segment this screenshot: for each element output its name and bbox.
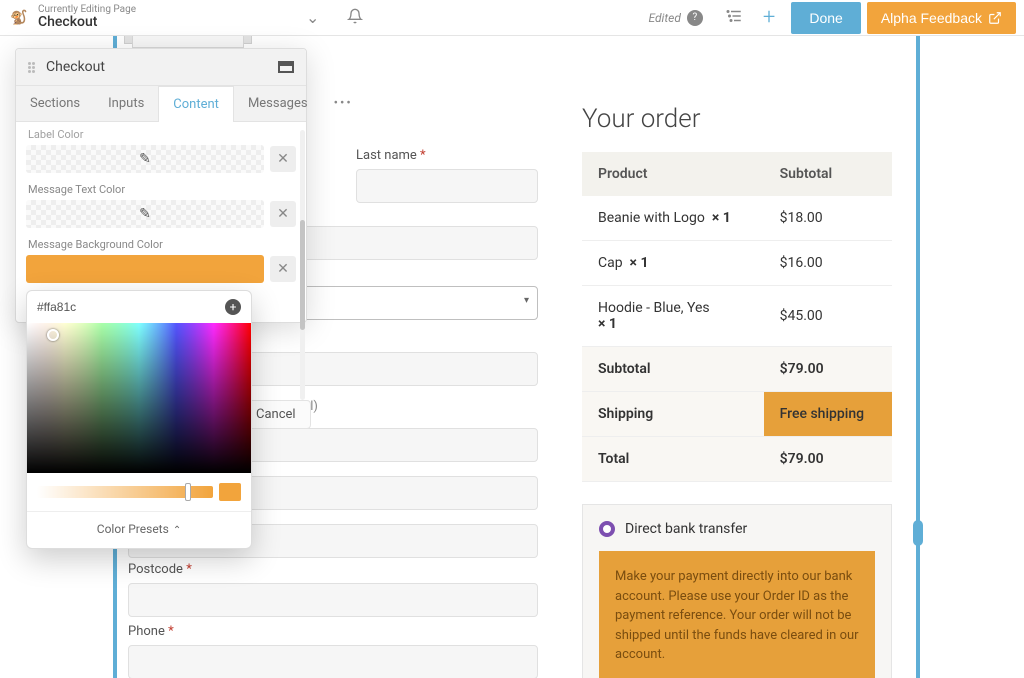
payment-message: Make your payment directly into our bank… bbox=[599, 551, 875, 678]
panel-title: Checkout bbox=[46, 59, 278, 75]
color-presets-toggle[interactable]: Color Presets⌃ bbox=[27, 511, 251, 548]
eyedropper-icon[interactable]: ✎ bbox=[139, 206, 151, 222]
order-summary: Your order Product Subtotal Beanie with … bbox=[582, 104, 892, 678]
drag-handle-icon[interactable] bbox=[28, 62, 38, 73]
last-name-input[interactable] bbox=[356, 169, 538, 203]
page-title: Checkout bbox=[38, 15, 136, 30]
table-row: Beanie with Logo × 1 $18.00 bbox=[582, 196, 892, 241]
postcode-label: Postcode * bbox=[128, 562, 538, 577]
table-row: Cap × 1 $16.00 bbox=[582, 241, 892, 286]
outline-list-icon[interactable] bbox=[725, 7, 743, 29]
order-header-subtotal: Subtotal bbox=[764, 152, 892, 196]
chevron-up-icon: ⌃ bbox=[173, 525, 181, 536]
dock-icon[interactable] bbox=[278, 61, 294, 73]
section-boundary-right bbox=[916, 36, 920, 678]
radio-selected-icon bbox=[599, 521, 615, 537]
alpha-slider[interactable] bbox=[37, 486, 213, 498]
color-field[interactable] bbox=[27, 323, 251, 473]
tab-sections[interactable]: Sections bbox=[16, 86, 94, 121]
chevron-down-icon: ▾ bbox=[524, 295, 529, 306]
message-text-color-heading: Message Text Color bbox=[28, 183, 296, 196]
table-row: Hoodie - Blue, Yes× 1 $45.00 bbox=[582, 286, 892, 347]
payment-method-bank[interactable]: Direct bank transfer bbox=[599, 521, 875, 537]
color-picker: + Color Presets⌃ bbox=[26, 290, 252, 549]
app-logo-icon: 🐒 bbox=[8, 7, 30, 29]
alpha-feedback-button[interactable]: Alpha Feedback bbox=[867, 2, 1016, 34]
resize-handle-right[interactable] bbox=[913, 520, 923, 546]
settings-panel: Checkout Sections Inputs Content Message… bbox=[15, 48, 307, 323]
tab-content[interactable]: Content bbox=[158, 86, 234, 122]
label-color-heading: Label Color bbox=[28, 128, 296, 141]
phone-input[interactable] bbox=[128, 645, 538, 678]
postcode-input[interactable] bbox=[128, 583, 538, 617]
tab-messages[interactable]: Messages bbox=[234, 86, 322, 121]
subtotal-row: Subtotal$79.00 bbox=[582, 347, 892, 392]
tab-more-icon[interactable]: ••• bbox=[322, 86, 365, 121]
order-title: Your order bbox=[582, 104, 892, 134]
message-bg-color-heading: Message Background Color bbox=[28, 238, 296, 251]
edited-indicator: Edited bbox=[648, 11, 680, 25]
label-color-swatch[interactable]: ✎ bbox=[26, 145, 264, 173]
payment-method-label: Direct bank transfer bbox=[625, 521, 747, 537]
current-color-swatch bbox=[219, 483, 241, 501]
clear-message-text-color[interactable]: ✕ bbox=[270, 201, 296, 227]
shipping-row: ShippingFree shipping bbox=[582, 392, 892, 437]
hex-input[interactable] bbox=[37, 300, 225, 314]
panel-tabs: Sections Inputs Content Messages ••• bbox=[16, 86, 306, 122]
add-preset-icon[interactable]: + bbox=[225, 299, 241, 315]
done-button[interactable]: Done bbox=[791, 2, 860, 34]
panel-scrollbar[interactable] bbox=[300, 130, 305, 400]
page-switcher[interactable]: Currently Editing Page Checkout bbox=[38, 4, 136, 30]
total-row: Total$79.00 bbox=[582, 437, 892, 482]
phone-label: Phone * bbox=[128, 624, 538, 639]
last-name-label: Last name * bbox=[356, 148, 538, 163]
notifications-icon[interactable] bbox=[347, 8, 363, 28]
panel-header[interactable]: Checkout bbox=[16, 49, 306, 86]
order-table: Product Subtotal Beanie with Logo × 1 $1… bbox=[582, 152, 892, 482]
message-bg-color-swatch[interactable] bbox=[26, 255, 264, 283]
field-last-name: Last name * bbox=[356, 148, 538, 203]
slider-thumb[interactable] bbox=[185, 483, 191, 501]
page-switcher-chevron-icon[interactable]: ⌄ bbox=[306, 8, 319, 27]
help-icon[interactable]: ? bbox=[687, 10, 703, 26]
clear-message-bg-color[interactable]: ✕ bbox=[270, 256, 296, 282]
clear-label-color[interactable]: ✕ bbox=[270, 146, 296, 172]
payment-methods: Direct bank transfer Make your payment d… bbox=[582, 504, 892, 678]
tab-inputs[interactable]: Inputs bbox=[94, 86, 158, 121]
color-cursor[interactable] bbox=[47, 329, 59, 341]
order-header-product: Product bbox=[582, 152, 764, 196]
add-icon[interactable]: + bbox=[763, 5, 775, 30]
alpha-feedback-label: Alpha Feedback bbox=[881, 10, 982, 26]
topbar: 🐒 Currently Editing Page Checkout ⌄ Edit… bbox=[0, 0, 1024, 36]
message-text-color-swatch[interactable]: ✎ bbox=[26, 200, 264, 228]
panel-scrollbar-thumb[interactable] bbox=[300, 220, 305, 330]
eyedropper-icon[interactable]: ✎ bbox=[139, 151, 151, 167]
